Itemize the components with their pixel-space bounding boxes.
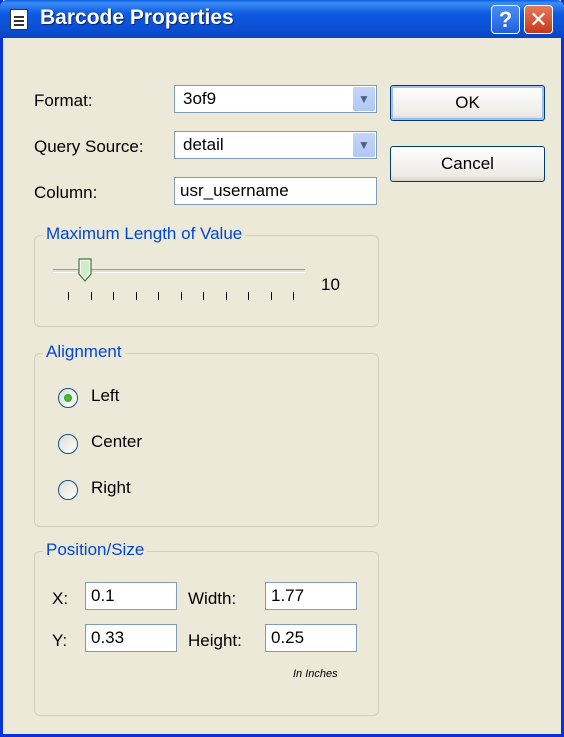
radio-center-button[interactable] xyxy=(58,434,78,454)
column-label: Column: xyxy=(34,183,98,202)
y-input[interactable]: 0.33 xyxy=(85,624,177,652)
title-bar[interactable]: Barcode Properties ? ✕ xyxy=(0,0,564,38)
query-source-select[interactable]: detail ▼ xyxy=(174,131,377,159)
radio-right-label[interactable]: Right xyxy=(91,478,131,498)
chevron-down-icon[interactable]: ▼ xyxy=(353,133,375,157)
chevron-down-icon[interactable]: ▼ xyxy=(353,87,375,111)
format-value: 3of9 xyxy=(183,89,217,108)
slider-tick xyxy=(68,292,69,300)
radio-right-button[interactable] xyxy=(58,480,78,500)
window-title: Barcode Properties xyxy=(40,6,234,29)
format-label: Format: xyxy=(34,91,93,110)
column-input[interactable]: usr_username xyxy=(174,177,377,205)
cancel-button[interactable]: Cancel xyxy=(390,146,545,182)
slider-tick xyxy=(248,292,249,300)
slider-tick xyxy=(203,292,204,300)
query-source-label: Query Source: xyxy=(34,137,144,156)
position-size-legend: Position/Size xyxy=(43,540,148,560)
document-icon xyxy=(10,9,28,30)
width-label: Width: xyxy=(188,589,237,608)
slider-tick xyxy=(271,292,272,300)
ok-button[interactable]: OK xyxy=(390,85,545,121)
slider-tick xyxy=(136,292,137,300)
alignment-legend: Alignment xyxy=(43,342,125,362)
slider-tick xyxy=(226,292,227,300)
max-length-group: Maximum Length of Value 10 xyxy=(34,224,379,327)
help-button[interactable]: ? xyxy=(491,5,520,34)
alignment-group: Alignment Left Center Right xyxy=(34,342,379,527)
y-label: Y: xyxy=(52,631,68,650)
question-icon: ? xyxy=(498,6,513,32)
query-source-value: detail xyxy=(183,135,224,154)
slider-tick xyxy=(91,292,92,300)
close-icon: ✕ xyxy=(529,6,548,32)
units-note: In Inches xyxy=(293,668,338,680)
x-input[interactable]: 0.1 xyxy=(85,582,177,610)
position-size-group: Position/Size X: 0.1 Width: 1.77 Y: 0.33… xyxy=(34,540,379,716)
barcode-properties-dialog: Barcode Properties ? ✕ Format: 3of9 ▼ Qu… xyxy=(0,0,564,737)
max-length-legend: Maximum Length of Value xyxy=(43,224,246,244)
width-input[interactable]: 1.77 xyxy=(265,582,357,610)
x-label: X: xyxy=(52,589,69,608)
slider-thumb[interactable] xyxy=(78,258,92,282)
height-input[interactable]: 0.25 xyxy=(265,624,357,652)
height-label: Height: xyxy=(188,631,242,650)
slider-tick xyxy=(293,292,294,300)
format-select[interactable]: 3of9 ▼ xyxy=(174,85,377,113)
radio-left-button[interactable] xyxy=(58,388,78,408)
slider-tick xyxy=(181,292,182,300)
max-length-value: 10 xyxy=(321,275,340,294)
radio-left-label[interactable]: Left xyxy=(91,386,119,406)
radio-center-label[interactable]: Center xyxy=(91,432,142,452)
slider-tick xyxy=(158,292,159,300)
close-button[interactable]: ✕ xyxy=(524,5,553,34)
slider-tick xyxy=(113,292,114,300)
